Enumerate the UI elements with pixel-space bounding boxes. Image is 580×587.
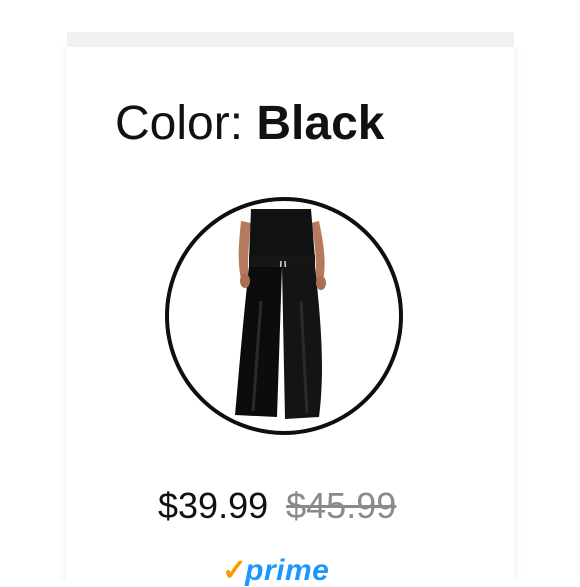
prime-check-icon: ✓ [222,554,248,587]
color-label: Color: [115,97,244,150]
original-price: $45.99 [286,485,397,526]
prime-badge: ✓ prime [222,556,329,586]
color-swatch-black[interactable] [165,197,403,435]
color-value: Black [256,97,385,150]
current-price: $39.99 [158,485,269,526]
prime-label: prime [245,554,330,587]
price-row: $39.99 $45.99 [158,484,396,528]
jumpsuit-thumbnail-icon [235,209,326,419]
card-edge-right [514,47,522,580]
card-edge-left [58,47,66,580]
color-selection-label: Color: Black [115,96,384,152]
top-divider [67,32,514,47]
